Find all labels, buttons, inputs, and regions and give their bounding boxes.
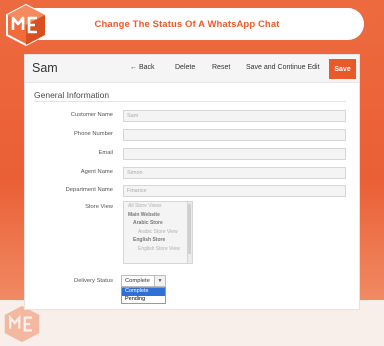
scrollbar-thumb[interactable]	[188, 204, 191, 254]
phone-number-label: Phone Number	[74, 131, 113, 137]
corner-logo-icon	[4, 305, 40, 343]
phone-number-input[interactable]	[123, 129, 346, 141]
department-name-label: Department Name	[65, 187, 113, 193]
arrow-left-icon: ←	[130, 64, 137, 71]
store-view-subgroup: Arabic Store	[133, 220, 163, 226]
store-view-group: Main Website	[128, 211, 160, 218]
banner-title: Change The Status Of A WhatsApp Chat	[94, 18, 280, 30]
reset-button[interactable]: Reset	[212, 64, 230, 71]
page-title: Sam	[32, 61, 58, 75]
department-name-input[interactable]: Finance	[123, 185, 346, 197]
back-label: Back	[138, 64, 155, 71]
section-title: General Information	[34, 90, 110, 100]
delivery-status-label: Delivery Status	[74, 278, 113, 284]
email-input[interactable]	[123, 148, 346, 160]
delete-button[interactable]: Delete	[175, 64, 195, 71]
customer-name-input[interactable]: Sam	[123, 110, 346, 122]
section-divider	[34, 101, 346, 102]
store-view-scrollbar[interactable]	[187, 202, 192, 263]
delivery-status-dropdown: Complete Pending	[121, 287, 166, 304]
title-banner: Change The Status Of A WhatsApp Chat	[10, 8, 364, 40]
chevron-down-icon[interactable]: ▼	[154, 276, 165, 286]
delivery-status-select[interactable]: Complete ▼	[121, 275, 166, 287]
customer-name-label: Customer Name	[70, 112, 113, 118]
page-actions-bar: Sam ← Back Delete Reset Save and Continu…	[25, 55, 359, 83]
back-button[interactable]: ← Back	[130, 64, 155, 71]
delivery-option-pending[interactable]: Pending	[122, 296, 165, 304]
delivery-option-complete[interactable]: Complete	[122, 288, 165, 296]
store-view-label: Store View	[85, 204, 113, 210]
save-button[interactable]: Save	[329, 59, 356, 79]
delivery-status-value: Complete	[125, 278, 150, 284]
edit-chat-panel: Sam ← Back Delete Reset Save and Continu…	[24, 54, 360, 310]
store-view-subgroup: English Store	[133, 237, 166, 243]
agent-name-label: Agent Name	[80, 169, 113, 175]
brand-logo-icon	[6, 3, 46, 47]
save-and-continue-button[interactable]: Save and Continue Edit	[246, 64, 320, 71]
store-view-multiselect[interactable]: All Store Views Main Website Arabic Stor…	[123, 201, 193, 264]
store-view-option[interactable]: Arabic Store View	[124, 228, 192, 237]
email-label: Email	[98, 150, 114, 156]
agent-name-input[interactable]: Simon	[123, 167, 346, 179]
store-view-option[interactable]: English Store View	[124, 245, 192, 254]
store-view-option[interactable]: All Store Views	[124, 202, 192, 211]
